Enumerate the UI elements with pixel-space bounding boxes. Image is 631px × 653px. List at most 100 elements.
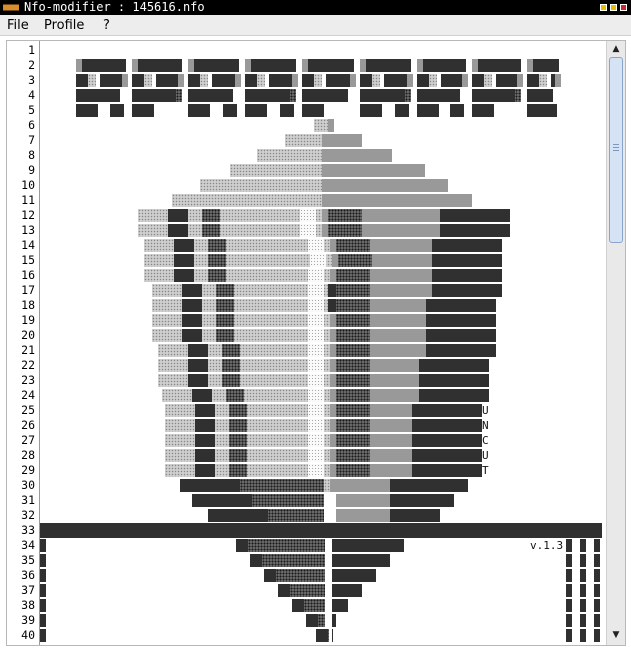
art-block xyxy=(110,104,124,117)
art-block xyxy=(482,299,494,312)
art-block xyxy=(308,434,324,447)
art-block xyxy=(222,374,240,387)
art-block xyxy=(176,89,182,102)
art-block xyxy=(594,554,600,567)
art-block xyxy=(280,104,294,117)
art-block xyxy=(310,254,326,267)
art-block xyxy=(594,614,600,627)
window-title: Nfo-modifier : 145616.nfo xyxy=(24,0,205,14)
art-block xyxy=(432,239,502,252)
art-block xyxy=(222,344,240,357)
art-block xyxy=(308,239,324,252)
arrow-down-icon[interactable]: ▼ xyxy=(609,629,623,642)
art-block xyxy=(194,59,239,72)
art-block xyxy=(229,434,247,447)
art-block xyxy=(440,209,510,222)
art-block xyxy=(566,569,572,582)
art-block xyxy=(248,539,325,552)
art-block xyxy=(188,104,210,117)
side-letter: N xyxy=(482,419,489,432)
art-block xyxy=(515,89,521,102)
version-label: v.1.3 xyxy=(530,539,564,552)
nfo-text-area[interactable]: U N C U Tv.1.3 xyxy=(40,41,602,645)
art-block xyxy=(236,539,248,552)
title-bar: ■■■ Nfo-modifier : 145616.nfo xyxy=(0,0,631,15)
art-block xyxy=(182,284,202,297)
line-number: 27 xyxy=(21,433,35,447)
arrow-up-icon[interactable]: ▲ xyxy=(609,43,623,56)
art-block xyxy=(308,299,324,312)
art-block xyxy=(308,59,354,72)
side-letter: C xyxy=(482,434,489,447)
art-block xyxy=(200,179,322,192)
menu-file[interactable]: File xyxy=(7,17,29,34)
side-letter: U xyxy=(482,449,489,462)
art-block xyxy=(250,554,262,567)
art-block xyxy=(202,209,220,222)
art-block xyxy=(240,479,324,492)
art-block xyxy=(138,209,322,222)
art-block xyxy=(308,419,324,432)
line-number: 38 xyxy=(21,598,35,612)
art-block xyxy=(405,89,411,102)
art-block xyxy=(132,104,154,117)
art-block xyxy=(229,449,247,462)
art-block xyxy=(174,239,194,252)
art-block xyxy=(338,254,372,267)
art-block xyxy=(423,59,466,72)
art-block xyxy=(366,59,411,72)
art-block xyxy=(350,74,356,87)
art-block xyxy=(580,599,586,612)
menu-help[interactable]: ? xyxy=(103,17,110,34)
art-block xyxy=(168,224,188,237)
maximize-button[interactable] xyxy=(610,4,617,11)
art-block xyxy=(326,74,350,87)
art-block xyxy=(226,389,244,402)
art-block xyxy=(188,359,208,372)
line-number: 17 xyxy=(21,283,35,297)
art-block xyxy=(332,554,390,567)
vertical-scrollbar[interactable]: ▲ ▼ xyxy=(606,41,625,645)
side-letter: U xyxy=(482,404,489,417)
art-block xyxy=(40,629,46,642)
art-block xyxy=(269,74,292,87)
art-block xyxy=(180,479,240,492)
art-block xyxy=(316,629,328,642)
art-block xyxy=(188,344,208,357)
art-block xyxy=(308,314,324,327)
line-number: 7 xyxy=(28,133,35,147)
art-block xyxy=(229,404,247,417)
art-block xyxy=(245,104,267,117)
scroll-thumb[interactable] xyxy=(609,57,623,243)
line-number: 36 xyxy=(21,568,35,582)
art-block xyxy=(268,509,324,522)
close-button[interactable] xyxy=(620,4,627,11)
art-block xyxy=(336,494,390,507)
art-block xyxy=(230,164,322,177)
art-block xyxy=(251,59,296,72)
art-block xyxy=(594,599,600,612)
art-block xyxy=(308,329,324,342)
art-block xyxy=(395,104,409,117)
line-number: 14 xyxy=(21,238,35,252)
art-block xyxy=(336,479,390,492)
menu-profile[interactable]: Profile xyxy=(44,17,84,34)
art-block xyxy=(332,584,362,597)
art-block xyxy=(264,569,276,582)
art-block xyxy=(216,314,234,327)
window-icon[interactable]: ■■■ xyxy=(3,0,19,15)
line-number: 6 xyxy=(28,118,35,132)
art-block xyxy=(328,224,362,237)
art-block xyxy=(580,584,586,597)
art-block xyxy=(419,359,489,372)
art-block xyxy=(178,74,184,87)
minimize-button[interactable] xyxy=(600,4,607,11)
line-number: 35 xyxy=(21,553,35,567)
art-block xyxy=(412,434,482,447)
art-block xyxy=(216,284,234,297)
art-block xyxy=(429,74,437,87)
art-block xyxy=(336,284,370,297)
art-block xyxy=(165,434,330,447)
art-block xyxy=(322,164,425,177)
line-number: 13 xyxy=(21,223,35,237)
